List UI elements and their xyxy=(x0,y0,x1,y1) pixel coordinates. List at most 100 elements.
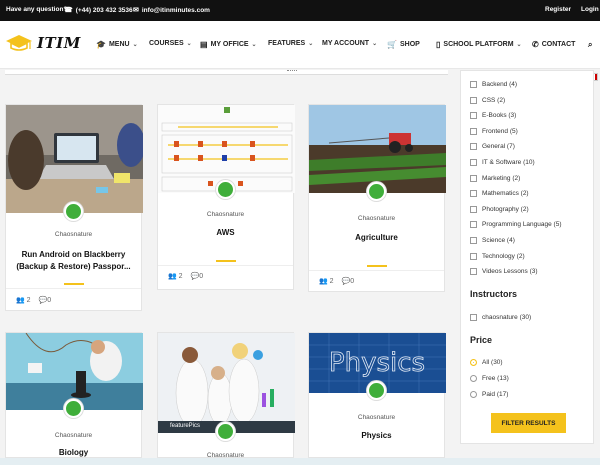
filter-results-button[interactable]: FILTER RESULTS xyxy=(491,413,566,433)
nav-menu[interactable]: 🎓 MENU ⌄ xyxy=(96,40,138,49)
category-filter[interactable]: Videos Lessons (3) xyxy=(470,268,538,276)
email-link[interactable]: ✉ info@itinminutes.com xyxy=(133,6,210,15)
comment-count: 0 xyxy=(199,273,204,280)
register-link[interactable]: Register xyxy=(545,6,571,13)
course-card[interactable]: Chaosnature Agriculture 👥 2 💬0 xyxy=(308,104,446,292)
nav-contact[interactable]: ✆ CONTACT xyxy=(532,40,575,49)
category-filter[interactable]: Backend (4) xyxy=(470,81,517,88)
comment-count: 0 xyxy=(350,278,355,285)
price-option[interactable]: Paid (17) xyxy=(470,391,508,398)
phone-icon: ✆ xyxy=(532,40,539,49)
checkbox[interactable] xyxy=(470,252,477,260)
course-title[interactable]: Agriculture xyxy=(309,232,444,244)
cart-icon: 🛒 xyxy=(387,40,397,49)
category-filter[interactable]: Photography (2) xyxy=(470,205,529,213)
chevron-down-icon: ⌄ xyxy=(372,41,378,47)
checkbox[interactable] xyxy=(470,127,477,135)
checkbox[interactable] xyxy=(470,96,477,104)
course-card[interactable]: Chaosnature Biology xyxy=(5,332,143,458)
course-meta: 👥 2 💬0 xyxy=(16,296,51,304)
category-filter[interactable]: General (7) xyxy=(470,143,515,151)
category-filter[interactable]: Frontend (5) xyxy=(470,127,518,135)
category-filter[interactable]: IT & Software (10) xyxy=(470,159,535,166)
category-filter[interactable]: Marketing (2) xyxy=(470,174,521,182)
price-option[interactable]: All (30) xyxy=(470,359,503,366)
checkbox[interactable] xyxy=(470,221,477,229)
category-filter[interactable]: Mathematics (2) xyxy=(470,190,529,198)
course-author[interactable]: Chaosnature xyxy=(6,231,141,238)
instructor-avatar[interactable] xyxy=(64,202,83,221)
nav-features[interactable]: FEATURES ⌄ xyxy=(268,40,313,47)
login-link[interactable]: Login xyxy=(581,6,599,13)
checkbox[interactable] xyxy=(470,174,477,182)
radio-button[interactable] xyxy=(470,359,477,366)
course-title[interactable]: AWS xyxy=(158,227,293,239)
price-option[interactable]: Free (13) xyxy=(470,375,509,382)
comment-count: 0 xyxy=(47,297,52,304)
instructor-avatar[interactable] xyxy=(64,399,83,418)
graduation-cap-icon xyxy=(6,35,32,51)
course-title[interactable]: Run Android on Blackberry (Backup & Resto… xyxy=(6,249,141,273)
category-label: General (7) xyxy=(482,143,515,151)
nav-my-office[interactable]: ▤ MY OFFICE ⌄ xyxy=(200,40,257,49)
users-icon: 👥 xyxy=(168,273,177,280)
logo[interactable]: ITIM xyxy=(5,33,81,53)
search-button[interactable]: ⌕ xyxy=(588,40,592,50)
course-author[interactable]: Chaosnature xyxy=(309,414,444,421)
checkbox[interactable] xyxy=(470,237,477,244)
course-card[interactable]: Chaosnature Run Android on Blackberry (Ba… xyxy=(5,104,143,311)
category-filter[interactable]: Programming Language (5) xyxy=(470,221,562,229)
nav-my-account[interactable]: MY ACCOUNT ⌄ xyxy=(322,40,377,47)
instructor-avatar[interactable] xyxy=(367,381,386,400)
id-card-icon: ▤ xyxy=(200,40,208,49)
checkbox[interactable] xyxy=(470,190,477,198)
student-count: 2 xyxy=(178,273,183,280)
physics-word: Physics xyxy=(329,348,425,378)
nav-courses[interactable]: COURSES ⌄ xyxy=(149,40,192,47)
nav-shop[interactable]: 🛒 SHOP xyxy=(387,40,420,49)
category-label: Videos Lessons (3) xyxy=(482,268,538,276)
radio-button[interactable] xyxy=(470,391,477,398)
divider xyxy=(309,270,444,271)
checkbox[interactable] xyxy=(470,205,477,213)
course-card[interactable]: Physics Chaosnature Physics xyxy=(308,332,446,458)
category-label: Technology (2) xyxy=(482,252,525,260)
course-thumbnail[interactable] xyxy=(309,105,446,201)
category-label: Marketing (2) xyxy=(482,174,521,182)
checkbox[interactable] xyxy=(470,268,477,276)
course-thumbnail[interactable]: featurePics xyxy=(158,333,295,441)
instructor-avatar[interactable] xyxy=(216,422,235,441)
divider xyxy=(6,288,141,289)
instructor-avatar[interactable] xyxy=(367,182,386,201)
course-title[interactable]: Physics xyxy=(309,430,444,442)
category-filter[interactable]: Technology (2) xyxy=(470,252,525,260)
course-card[interactable]: Chaosnature AWS 👥 2 💬0 xyxy=(157,104,295,290)
checkbox[interactable] xyxy=(470,112,477,120)
course-meta: 👥 2 💬0 xyxy=(319,277,354,285)
nav-school-platform[interactable]: ▯ SCHOOL PLATFORM ⌄ xyxy=(436,40,522,49)
instructor-avatar[interactable] xyxy=(216,180,235,199)
category-filter[interactable]: Science (4) xyxy=(470,237,515,244)
radio-button[interactable] xyxy=(470,375,477,382)
course-thumbnail[interactable]: Physics xyxy=(309,333,446,400)
checkbox[interactable] xyxy=(470,314,477,321)
category-filter[interactable]: CSS (2) xyxy=(470,96,506,104)
course-author[interactable]: Chaosnature xyxy=(6,432,141,439)
course-thumbnail[interactable] xyxy=(6,333,143,418)
category-label: IT & Software (10) xyxy=(482,159,535,166)
chevron-down-icon: ⌄ xyxy=(186,41,192,47)
course-card[interactable]: featurePics Chaosnature xyxy=(157,332,295,459)
checkbox[interactable] xyxy=(470,143,477,151)
checkbox[interactable] xyxy=(470,81,477,88)
category-label: Programming Language (5) xyxy=(482,221,562,229)
phone-link[interactable]: ☎ (+44) 203 432 3536 xyxy=(64,6,133,15)
category-label: CSS (2) xyxy=(482,96,506,104)
course-author[interactable]: Chaosnature xyxy=(158,211,293,218)
checkbox[interactable] xyxy=(470,159,477,166)
course-thumbnail[interactable] xyxy=(6,105,143,221)
instructor-filter[interactable]: chaosnature (30) xyxy=(470,314,531,321)
category-filter[interactable]: E-Books (3) xyxy=(470,112,516,120)
course-thumbnail[interactable] xyxy=(158,105,295,199)
course-author[interactable]: Chaosnature xyxy=(309,215,444,222)
filter-sidebar: Instructors chaosnature (30) Price All (… xyxy=(460,70,594,444)
